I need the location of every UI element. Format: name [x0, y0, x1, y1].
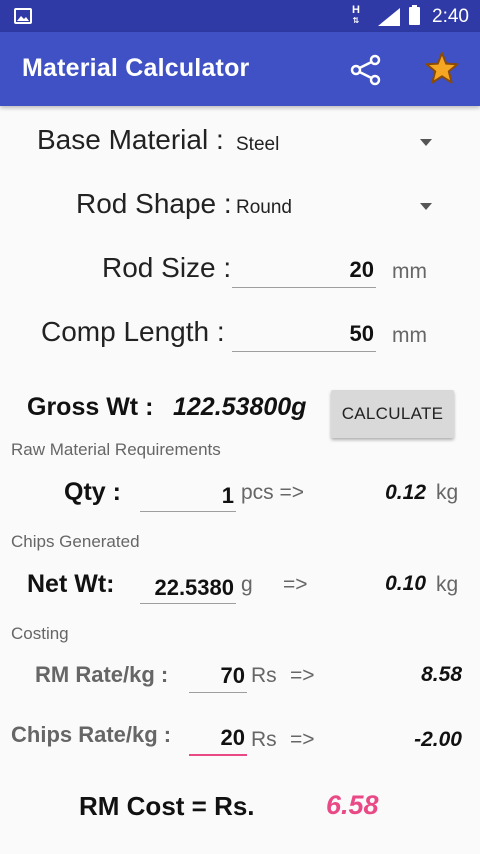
rm-cost-value: 6.58: [326, 790, 379, 820]
rm-rate-input[interactable]: 70: [189, 660, 247, 693]
rod-size-input[interactable]: 20: [232, 254, 376, 288]
rm-rate-unit: Rs: [251, 664, 277, 687]
chips-rate-label: Chips Rate/kg :: [11, 722, 172, 747]
chips-section-title: Chips Generated: [11, 532, 140, 551]
star-icon[interactable]: [424, 51, 460, 85]
chips-rate-unit: Rs: [251, 728, 277, 751]
rm-rate-result: 8.58: [421, 663, 462, 686]
gross-weight-label: Gross Wt :: [27, 393, 154, 421]
rm-rate-arrow: =>: [290, 664, 315, 687]
qty-unit: pcs =>: [241, 481, 305, 504]
net-weight-arrow: =>: [283, 573, 308, 596]
base-material-label: Base Material :: [37, 124, 224, 155]
chevron-down-icon: [420, 203, 432, 210]
signal-icon: [378, 8, 400, 26]
chips-rate-result: -2.00: [414, 728, 462, 751]
comp-length-unit: mm: [392, 324, 427, 347]
gross-weight-value: 122.53800g: [173, 393, 307, 421]
rod-size-unit: mm: [392, 260, 427, 283]
comp-length-input[interactable]: 50: [232, 318, 376, 352]
rm-rate-label: RM Rate/kg :: [35, 662, 169, 687]
chevron-down-icon: [420, 139, 432, 146]
share-icon[interactable]: [349, 53, 383, 87]
qty-label: Qty :: [64, 478, 121, 506]
status-time: 2:40: [432, 6, 469, 27]
chips-result-unit: kg: [436, 573, 459, 596]
comp-length-label: Comp Length :: [41, 316, 225, 347]
status-bar: H ⇅ 2:40: [0, 0, 480, 32]
rod-shape-select[interactable]: Round: [236, 190, 440, 228]
calculate-button[interactable]: CALCULATE: [331, 390, 454, 438]
chips-rate-input[interactable]: 20: [189, 722, 247, 756]
rod-shape-label: Rod Shape :: [76, 188, 232, 219]
qty-input[interactable]: 1: [140, 480, 236, 512]
raw-material-result: 0.12: [385, 481, 426, 504]
app-bar: Material Calculator: [0, 32, 480, 106]
raw-material-section-title: Raw Material Requirements: [11, 440, 221, 459]
costing-section-title: Costing: [11, 624, 69, 643]
network-type-indicator: H ⇅: [352, 4, 360, 26]
net-weight-input[interactable]: 22.5380: [140, 572, 236, 604]
rod-size-label: Rod Size :: [102, 252, 232, 283]
chips-rate-arrow: =>: [290, 728, 315, 751]
net-weight-unit: g: [241, 573, 253, 596]
net-weight-label: Net Wt:: [27, 570, 115, 598]
image-notification-icon: [14, 8, 32, 24]
rm-cost-label: RM Cost = Rs.: [79, 791, 255, 821]
base-material-value: Steel: [236, 134, 280, 155]
rod-shape-value: Round: [236, 197, 292, 218]
chips-result: 0.10: [385, 572, 426, 595]
battery-icon: [409, 5, 420, 25]
raw-material-result-unit: kg: [436, 481, 459, 504]
app-title: Material Calculator: [22, 54, 250, 82]
base-material-select[interactable]: Steel: [236, 126, 440, 164]
